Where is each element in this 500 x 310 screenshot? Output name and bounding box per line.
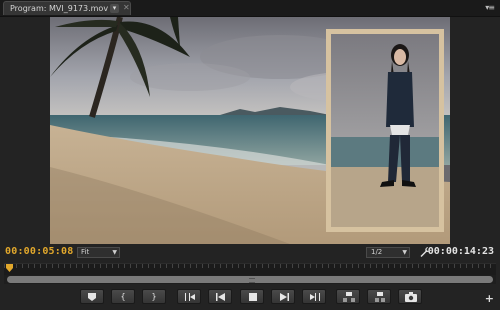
- duration-timecode: 00:00:14:23: [427, 246, 494, 257]
- add-marker-button[interactable]: [80, 289, 104, 304]
- video-frame-image: [50, 17, 450, 244]
- mark-out-icon: }: [151, 292, 157, 301]
- extract-button[interactable]: [367, 289, 391, 304]
- panel-menu-icon[interactable]: ▾≡: [485, 2, 495, 13]
- monitor-info-bar: 00:00:05:08 Fit ▼ 1/2 ▼ 00:00:14:23: [0, 245, 500, 261]
- ruler-ticks: [4, 264, 496, 268]
- lift-button[interactable]: [336, 289, 360, 304]
- step-back-button[interactable]: [208, 289, 232, 304]
- playhead-icon[interactable]: [6, 264, 13, 272]
- stop-icon: [249, 293, 257, 301]
- step-forward-button[interactable]: [271, 289, 295, 304]
- go-to-out-button[interactable]: [302, 289, 326, 304]
- chevron-down-icon: ▼: [402, 249, 407, 256]
- current-timecode[interactable]: 00:00:05:08: [5, 246, 73, 257]
- go-to-out-icon: [310, 293, 320, 301]
- tab-program[interactable]: Program: MVI_9173.mov ▾ ✕: [3, 1, 131, 15]
- panel-tab-bar: Program: MVI_9173.mov ▾ ✕ ▾≡: [0, 0, 500, 17]
- extract-icon: [375, 292, 385, 302]
- tab-title: Program: MVI_9173.mov: [10, 4, 109, 13]
- stop-button[interactable]: [240, 289, 264, 304]
- transport-controls: { } +: [0, 287, 500, 307]
- program-monitor-panel: Program: MVI_9173.mov ▾ ✕ ▾≡ 00:00:05:08…: [0, 0, 500, 310]
- go-to-in-icon: [185, 293, 195, 301]
- mark-in-icon: {: [120, 292, 126, 301]
- scrollbar-thumb[interactable]: [7, 276, 493, 283]
- add-button-icon[interactable]: +: [485, 293, 494, 304]
- camera-icon: [405, 292, 417, 302]
- zoom-level-value: Fit: [81, 248, 90, 256]
- playback-resolution-value: 1/2: [371, 248, 383, 256]
- scrollbar-grip: [249, 278, 255, 283]
- close-icon[interactable]: ✕: [123, 2, 130, 14]
- lift-icon: [343, 292, 355, 302]
- go-to-in-button[interactable]: [177, 289, 201, 304]
- playback-resolution-select[interactable]: 1/2 ▼: [366, 247, 410, 258]
- chevron-down-icon[interactable]: ▾: [110, 4, 119, 13]
- video-preview[interactable]: [50, 17, 450, 244]
- export-frame-button[interactable]: [398, 289, 422, 304]
- mark-in-button[interactable]: {: [111, 289, 135, 304]
- step-forward-icon: [280, 293, 289, 301]
- zoom-scrollbar[interactable]: [4, 275, 496, 284]
- step-back-icon: [216, 293, 225, 301]
- mark-out-button[interactable]: }: [142, 289, 166, 304]
- marker-icon: [88, 293, 96, 301]
- zoom-level-select[interactable]: Fit ▼: [77, 247, 120, 258]
- chevron-down-icon: ▼: [112, 249, 117, 256]
